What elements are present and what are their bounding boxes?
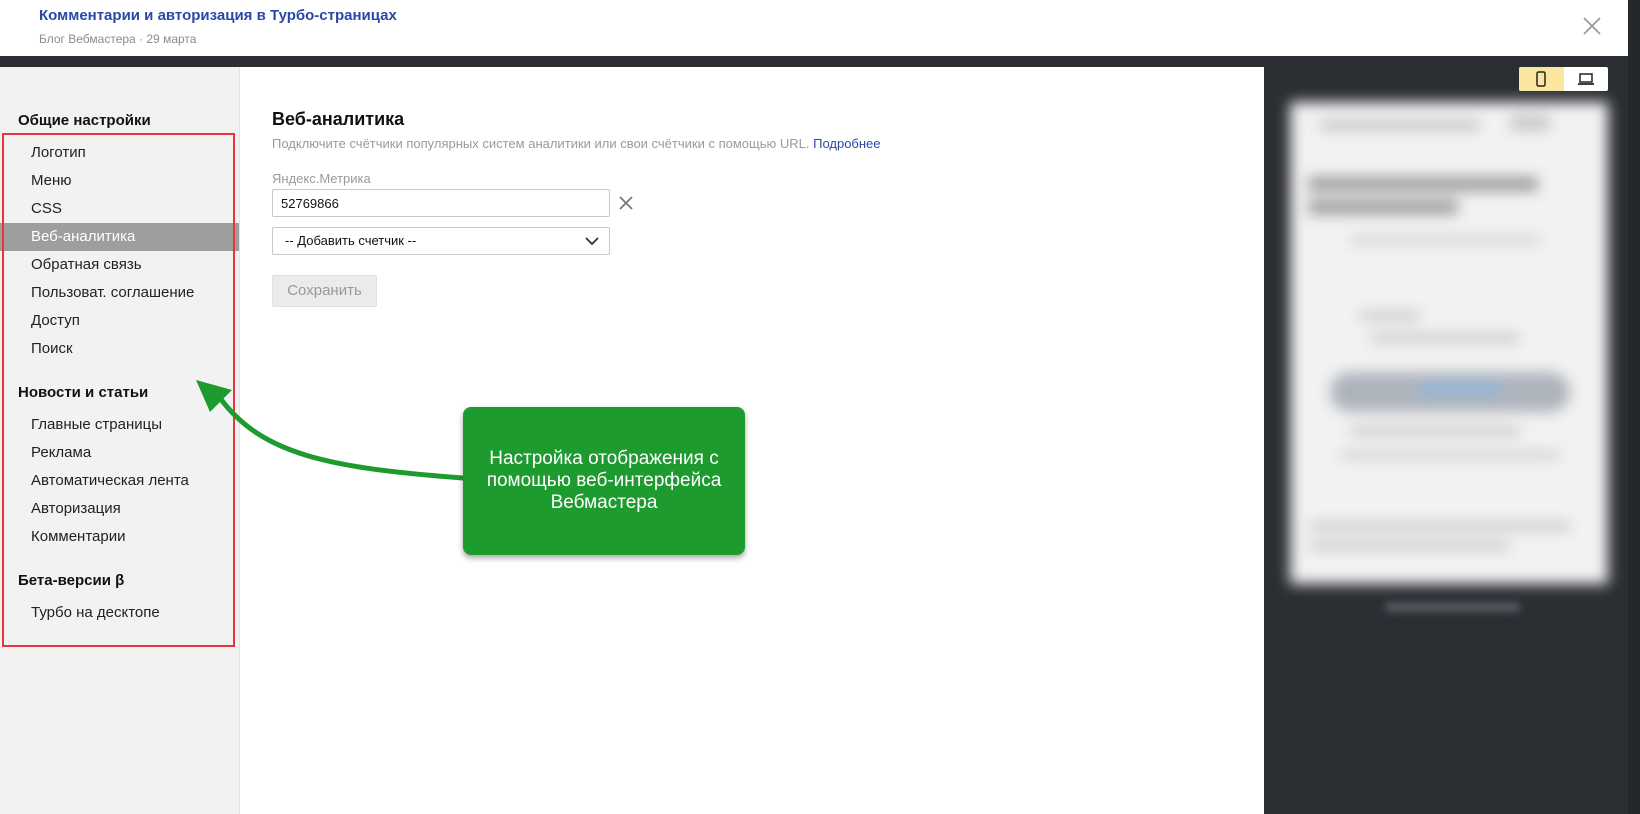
sidebar-item-turbo-desktop[interactable]: Турбо на десктопе — [0, 599, 239, 627]
sidebar-item-css[interactable]: CSS — [0, 195, 239, 223]
sidebar-item-main-pages[interactable]: Главные страницы — [0, 411, 239, 439]
laptop-icon — [1577, 73, 1594, 85]
sidebar-item-ads[interactable]: Реклама — [0, 439, 239, 467]
sidebar-group-news-title: Новости и статьи — [18, 384, 149, 401]
sidebar-item-auto-feed[interactable]: Автоматическая лента — [0, 467, 239, 495]
close-icon[interactable] — [1580, 14, 1604, 38]
clear-counter-icon[interactable] — [617, 194, 635, 212]
sidebar-group-general-title: Общие настройки — [18, 112, 151, 129]
sidebar-item-user-agreement[interactable]: Пользоват. соглашение — [0, 279, 239, 307]
desktop-preview-button[interactable] — [1564, 67, 1609, 91]
sidebar-item-access[interactable]: Доступ — [0, 307, 239, 335]
save-button[interactable]: Сохранить — [272, 275, 377, 307]
mobile-icon — [1536, 71, 1546, 87]
page-description: Подключите счётчики популярных систем ан… — [272, 136, 881, 151]
settings-content: Веб-аналитика Подключите счётчики популя… — [240, 67, 1264, 814]
mobile-preview — [1290, 102, 1608, 584]
description-text: Подключите счётчики популярных систем ан… — [272, 136, 810, 151]
article-title[interactable]: Комментарии и авторизация в Турбо-страни… — [39, 7, 397, 24]
sidebar-item-web-analytics[interactable]: Веб-аналитика — [0, 223, 239, 251]
sidebar-group-beta-title: Бета-версии β — [18, 572, 125, 589]
page-title: Веб-аналитика — [272, 109, 405, 129]
chevron-down-icon — [585, 237, 599, 246]
mobile-preview-button[interactable] — [1519, 67, 1564, 91]
sidebar-item-menu[interactable]: Меню — [0, 167, 239, 195]
metrika-label: Яндекс.Метрика — [272, 171, 371, 186]
sidebar-item-feedback[interactable]: Обратная связь — [0, 251, 239, 279]
annotation-callout: Настройка отображения с помощью веб-инте… — [463, 407, 745, 555]
preview-caption — [1385, 602, 1520, 612]
more-link[interactable]: Подробнее — [813, 136, 880, 151]
device-toggle — [1519, 67, 1608, 91]
callout-text: Настройка отображения с помощью веб-инте… — [486, 448, 722, 513]
metrika-counter-input[interactable] — [272, 189, 610, 217]
sidebar-item-comments[interactable]: Комментарии — [0, 523, 239, 551]
article-header: Комментарии и авторизация в Турбо-страни… — [0, 0, 1628, 56]
add-counter-select[interactable]: -- Добавить счетчик -- — [272, 227, 610, 255]
scrollbar[interactable] — [1628, 0, 1640, 814]
sidebar-item-search[interactable]: Поиск — [0, 335, 239, 363]
sidebar-item-authorization[interactable]: Авторизация — [0, 495, 239, 523]
sidebar-item-logo[interactable]: Логотип — [0, 139, 239, 167]
settings-sidebar: Общие настройки Логотип Меню CSS Веб-ана… — [0, 67, 240, 814]
add-counter-selected: -- Добавить счетчик -- — [285, 233, 417, 248]
article-subtitle: Блог Вебмастера · 29 марта — [39, 32, 197, 46]
